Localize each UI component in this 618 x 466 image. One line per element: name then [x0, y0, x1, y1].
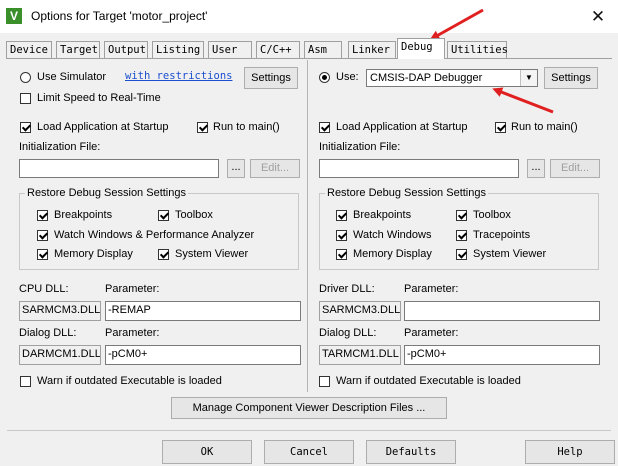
annotation-arrow-debugger-select [492, 87, 554, 114]
annotation-overlay [429, 8, 554, 114]
annotation-arrow-debug-tab [429, 8, 484, 40]
tab-debug[interactable]: Debug [397, 38, 445, 59]
